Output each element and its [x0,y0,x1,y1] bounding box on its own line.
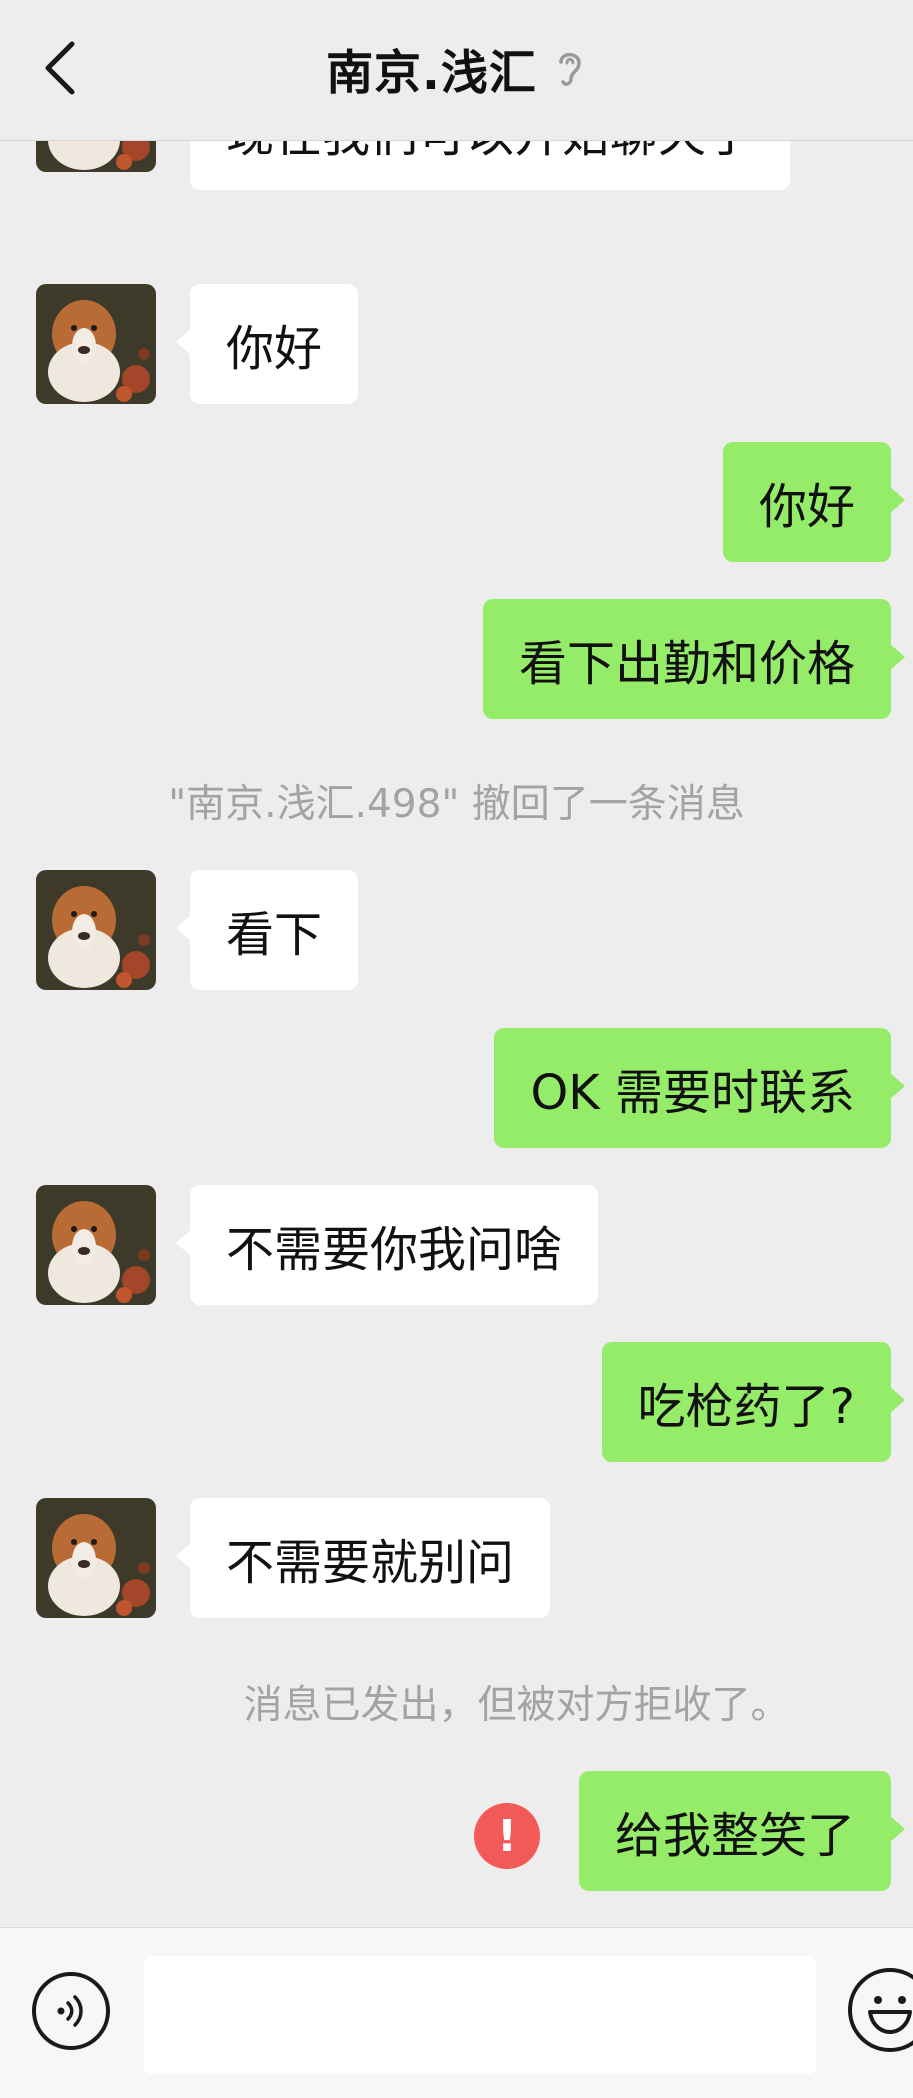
message-bubble-outgoing[interactable]: 吃枪药了? [601,1342,906,1462]
voice-input-icon [57,1995,83,2027]
chat-header: 南京.浅汇 [0,0,913,141]
message-text: OK 需要时联系 [530,1065,855,1121]
message-bubble-incoming[interactable]: 看下 [175,870,359,990]
message-text: 不需要就别问 [226,1535,515,1591]
emoji-button[interactable] [848,1968,913,2052]
message-list: 现在我们可以开始聊天了 你好 你好 看下出勤和价格 "南京.浅汇.498" 撤回… [0,0,913,1927]
chat-title: 南京.浅汇 [326,45,537,101]
contact-avatar[interactable] [36,1185,156,1305]
contact-avatar[interactable] [36,1498,156,1618]
system-notice-rejected: 消息已发出，但被对方拒收了。 [243,1683,790,1728]
input-toolbar [0,1927,913,2098]
dog-avatar-image [36,284,156,404]
message-text: 吃枪药了? [637,1379,855,1435]
dog-avatar-image [36,1498,156,1618]
message-text: 你好 [758,479,855,535]
message-bubble-outgoing[interactable]: OK 需要时联系 [494,1028,905,1148]
message-text: 给我整笑了 [614,1808,855,1864]
contact-avatar[interactable] [36,870,156,990]
earpiece-mode-icon [559,52,581,86]
message-text: 看下 [226,907,323,963]
contact-avatar[interactable] [36,284,156,404]
message-text: 你好 [226,321,323,377]
dog-avatar-image [36,870,156,990]
emoji-icon [868,1996,912,2034]
message-bubble-incoming[interactable]: 不需要就别问 [175,1498,551,1618]
message-bubble-outgoing[interactable]: 看下出勤和价格 [482,599,906,719]
message-bubble-outgoing[interactable]: 你好 [722,442,906,562]
dog-avatar-image [36,1185,156,1305]
message-bubble-outgoing[interactable]: 给我整笑了 [578,1771,906,1891]
voice-input-button[interactable] [32,1972,110,2050]
title-area: 南京.浅汇 [0,36,913,101]
message-input[interactable] [144,1956,816,2074]
system-notice-recalled: "南京.浅汇.498" 撤回了一条消息 [168,782,745,827]
message-bubble-incoming[interactable]: 不需要你我问啥 [175,1185,599,1305]
message-bubble-incoming[interactable]: 你好 [175,284,359,404]
message-text: 不需要你我问啥 [226,1222,563,1278]
send-failed-icon[interactable]: ! [474,1803,540,1869]
message-text: 看下出勤和价格 [518,636,855,692]
